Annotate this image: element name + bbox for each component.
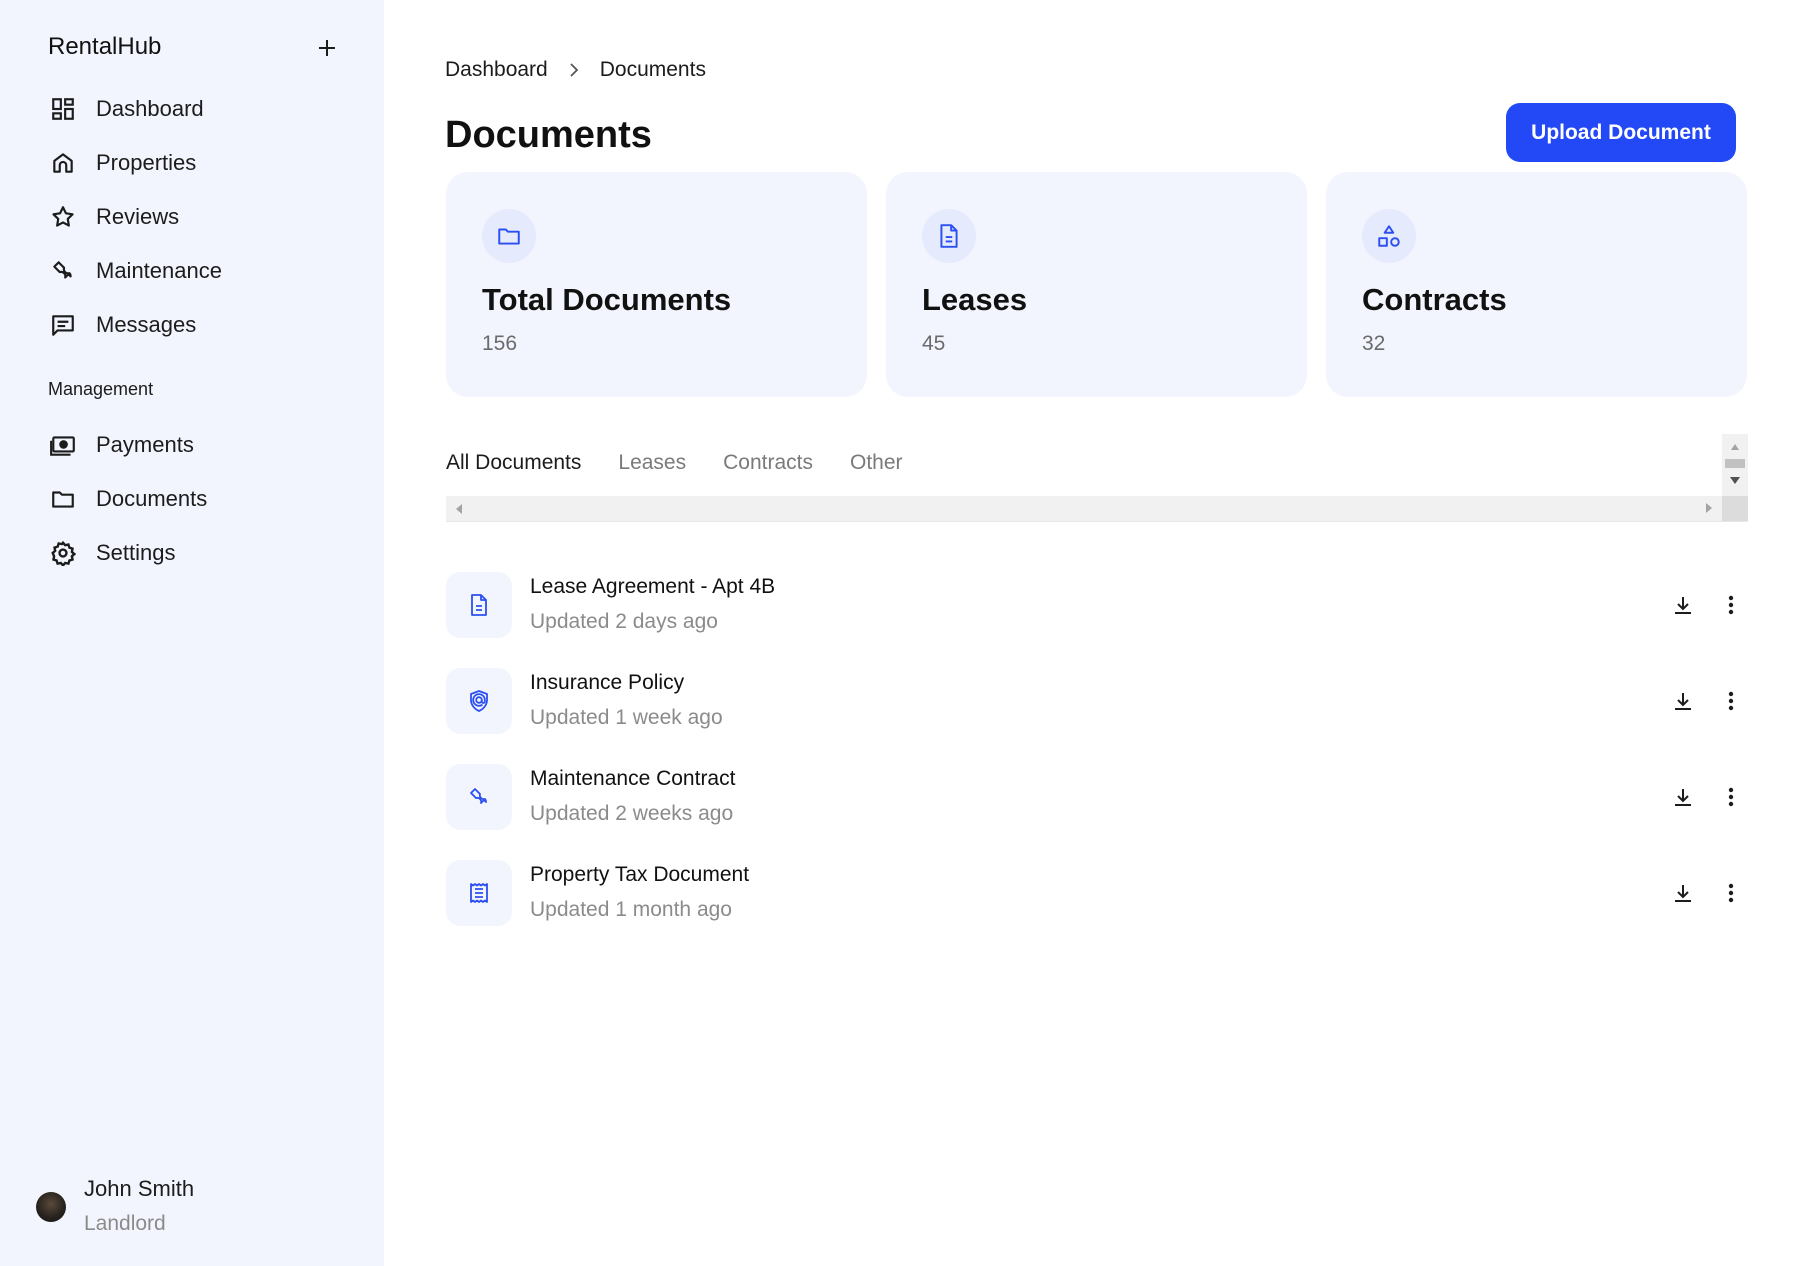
shapes-icon [1362,209,1416,263]
breadcrumb-current: Documents [599,58,706,81]
folder-icon [482,209,536,263]
star-icon [48,202,78,232]
document-tabs: All Documents Leases Contracts Other [446,434,1748,521]
sidebar-item-label: Messages [96,312,197,337]
scroll-up-icon[interactable] [1731,444,1739,450]
sidebar-item-maintenance[interactable]: Maintenance [48,251,222,291]
upload-document-button[interactable]: Upload Document [1506,103,1736,162]
dashboard-icon [48,94,78,124]
document-name: Property Tax Document [530,863,750,886]
user-profile[interactable]: John Smith Landlord [36,1175,194,1238]
tab-other[interactable]: Other [850,451,903,475]
download-icon [1675,693,1691,710]
receipt-icon [446,860,512,926]
breadcrumb-parent[interactable]: Dashboard [445,58,548,82]
stat-title: Total Documents [482,282,732,317]
download-icon [1675,597,1691,614]
user-name: John Smith [84,1176,195,1201]
document-updated: Updated 2 weeks ago [530,802,734,825]
sidebar-item-dashboard[interactable]: Dashboard [48,89,204,129]
plus-icon [319,40,335,56]
sidebar-item-documents[interactable]: Documents [48,479,207,519]
avatar [36,1191,66,1222]
scroll-right-icon[interactable] [1706,503,1712,513]
gear-icon [48,538,78,568]
sidebar-item-properties[interactable]: Properties [48,143,196,183]
document-name: Insurance Policy [530,671,685,694]
sidebar-item-reviews[interactable]: Reviews [48,197,179,237]
vertical-scrollbar[interactable] [1722,434,1748,521]
stat-value: 156 [482,332,518,355]
message-icon [48,310,78,340]
stat-title: Contracts [1362,282,1507,317]
document-updated: Updated 1 week ago [530,706,723,729]
more-options-button[interactable] [1716,782,1746,812]
document-row[interactable]: Insurance Policy Updated 1 week ago [446,668,1748,736]
more-vertical-icon [1728,787,1734,807]
sidebar-item-label: Payments [96,432,194,457]
app-brand: RentalHub [48,33,162,60]
document-icon [922,209,976,263]
scroll-thumb[interactable] [1725,459,1745,468]
more-vertical-icon [1728,883,1734,903]
download-icon [1675,885,1691,902]
more-vertical-icon [1728,595,1734,615]
tab-leases[interactable]: Leases [618,451,686,475]
shield-icon [446,668,512,734]
money-icon [48,430,78,460]
divider [446,521,1748,522]
document-name: Lease Agreement - Apt 4B [530,575,776,598]
scrollbar-corner [1722,496,1748,521]
wrench-icon [48,256,78,286]
sidebar-item-label: Dashboard [96,96,204,121]
stat-value: 45 [922,332,946,355]
document-row[interactable]: Property Tax Document Updated 1 month ag… [446,860,1748,928]
wrench-icon [446,764,512,830]
sidebar-item-label: Settings [96,540,176,565]
more-options-button[interactable] [1716,590,1746,620]
sidebar-item-messages[interactable]: Messages [48,305,196,345]
sidebar-item-settings[interactable]: Settings [48,533,176,573]
breadcrumb: Dashboard Documents [445,58,706,82]
tab-contracts[interactable]: Contracts [723,451,813,475]
document-name: Maintenance Contract [530,767,736,790]
more-vertical-icon [1728,691,1734,711]
sidebar-item-label: Reviews [96,204,180,229]
scroll-down-icon[interactable] [1730,477,1740,484]
download-button[interactable] [1668,782,1698,812]
page-title: Documents [445,114,652,156]
add-button[interactable] [312,33,342,63]
stat-title: Leases [922,282,1028,317]
sidebar-item-label: Properties [96,150,197,175]
stat-card-leases: Leases 45 [886,172,1307,397]
download-button[interactable] [1668,590,1698,620]
home-icon [48,148,78,178]
tab-all-documents[interactable]: All Documents [446,451,581,475]
stat-value: 32 [1362,332,1386,355]
download-icon [1675,789,1691,806]
sidebar-item-label: Documents [96,486,208,511]
download-button[interactable] [1668,878,1698,908]
document-row[interactable]: Lease Agreement - Apt 4B Updated 2 days … [446,572,1748,640]
stat-card-total-documents: Total Documents 156 [446,172,867,397]
document-updated: Updated 2 days ago [530,610,718,633]
chevron-right-icon [568,62,580,78]
sidebar: RentalHub Dashboard Properties Reviews M… [0,0,384,1266]
scroll-left-icon[interactable] [456,504,462,514]
section-title-management: Management [48,379,154,399]
document-updated: Updated 1 month ago [530,898,732,921]
more-options-button[interactable] [1716,686,1746,716]
sidebar-item-label: Maintenance [96,258,222,283]
more-options-button[interactable] [1716,878,1746,908]
user-role: Landlord [84,1212,166,1235]
horizontal-scrollbar[interactable] [446,496,1722,521]
sidebar-item-payments[interactable]: Payments [48,425,194,465]
download-button[interactable] [1668,686,1698,716]
folder-icon [48,484,78,514]
document-icon [446,572,512,638]
document-row[interactable]: Maintenance Contract Updated 2 weeks ago [446,764,1748,832]
stat-card-contracts: Contracts 32 [1326,172,1747,397]
